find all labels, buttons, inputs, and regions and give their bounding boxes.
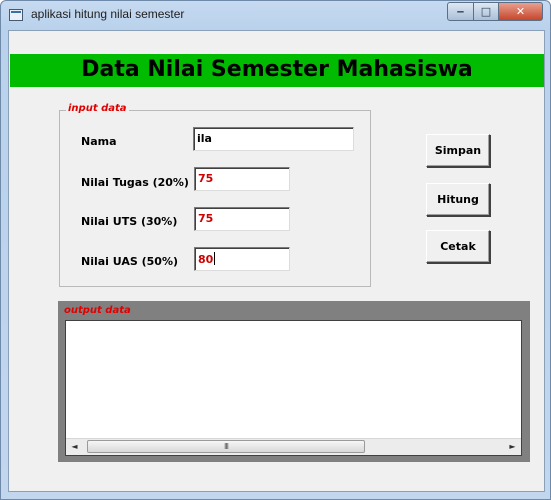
scroll-left-icon[interactable]: ◄ — [66, 439, 83, 455]
nilai-tugas-input[interactable]: 75 — [194, 167, 290, 191]
header-banner: Data Nilai Semester Mahasiswa — [10, 54, 544, 87]
text-caret — [214, 252, 216, 265]
maximize-button[interactable]: □ — [473, 2, 499, 21]
nama-input[interactable]: ila — [193, 127, 354, 151]
minimize-button[interactable]: ‒ — [447, 2, 474, 21]
nama-label: Nama — [81, 135, 117, 148]
nilai-uas-label: Nilai UAS (50%) — [81, 255, 179, 268]
output-group-legend: output data — [64, 305, 131, 316]
close-button[interactable]: ✕ — [498, 2, 543, 21]
simpan-button[interactable]: Simpan — [426, 134, 490, 167]
nilai-uts-label: Nilai UTS (30%) — [81, 215, 178, 228]
input-group-legend: input data — [66, 103, 129, 114]
page-title: Data Nilai Semester Mahasiswa — [81, 57, 473, 82]
cetak-button[interactable]: Cetak — [426, 230, 490, 263]
hitung-button[interactable]: Hitung — [426, 183, 490, 216]
output-textarea[interactable]: ◄ III ► — [65, 320, 522, 456]
nilai-uas-input[interactable]: 80 — [194, 247, 290, 271]
nilai-tugas-label: Nilai Tugas (20%) — [81, 176, 189, 189]
scroll-right-icon[interactable]: ► — [504, 439, 521, 455]
nilai-uts-input[interactable]: 75 — [194, 207, 290, 231]
app-icon[interactable] — [9, 9, 23, 21]
scrollbar-thumb[interactable]: III — [87, 440, 365, 453]
nilai-uas-value: 80 — [198, 253, 214, 266]
form-client-area: Data Nilai Semester Mahasiswa input data… — [8, 30, 545, 492]
horizontal-scrollbar[interactable]: ◄ III ► — [66, 438, 521, 455]
output-data-group: output data ◄ III ► — [58, 301, 530, 462]
window-title: aplikasi hitung nilai semester — [31, 7, 185, 21]
title-bar[interactable]: aplikasi hitung nilai semester ‒ □ ✕ — [1, 1, 550, 29]
app-window: aplikasi hitung nilai semester ‒ □ ✕ Dat… — [0, 0, 551, 500]
